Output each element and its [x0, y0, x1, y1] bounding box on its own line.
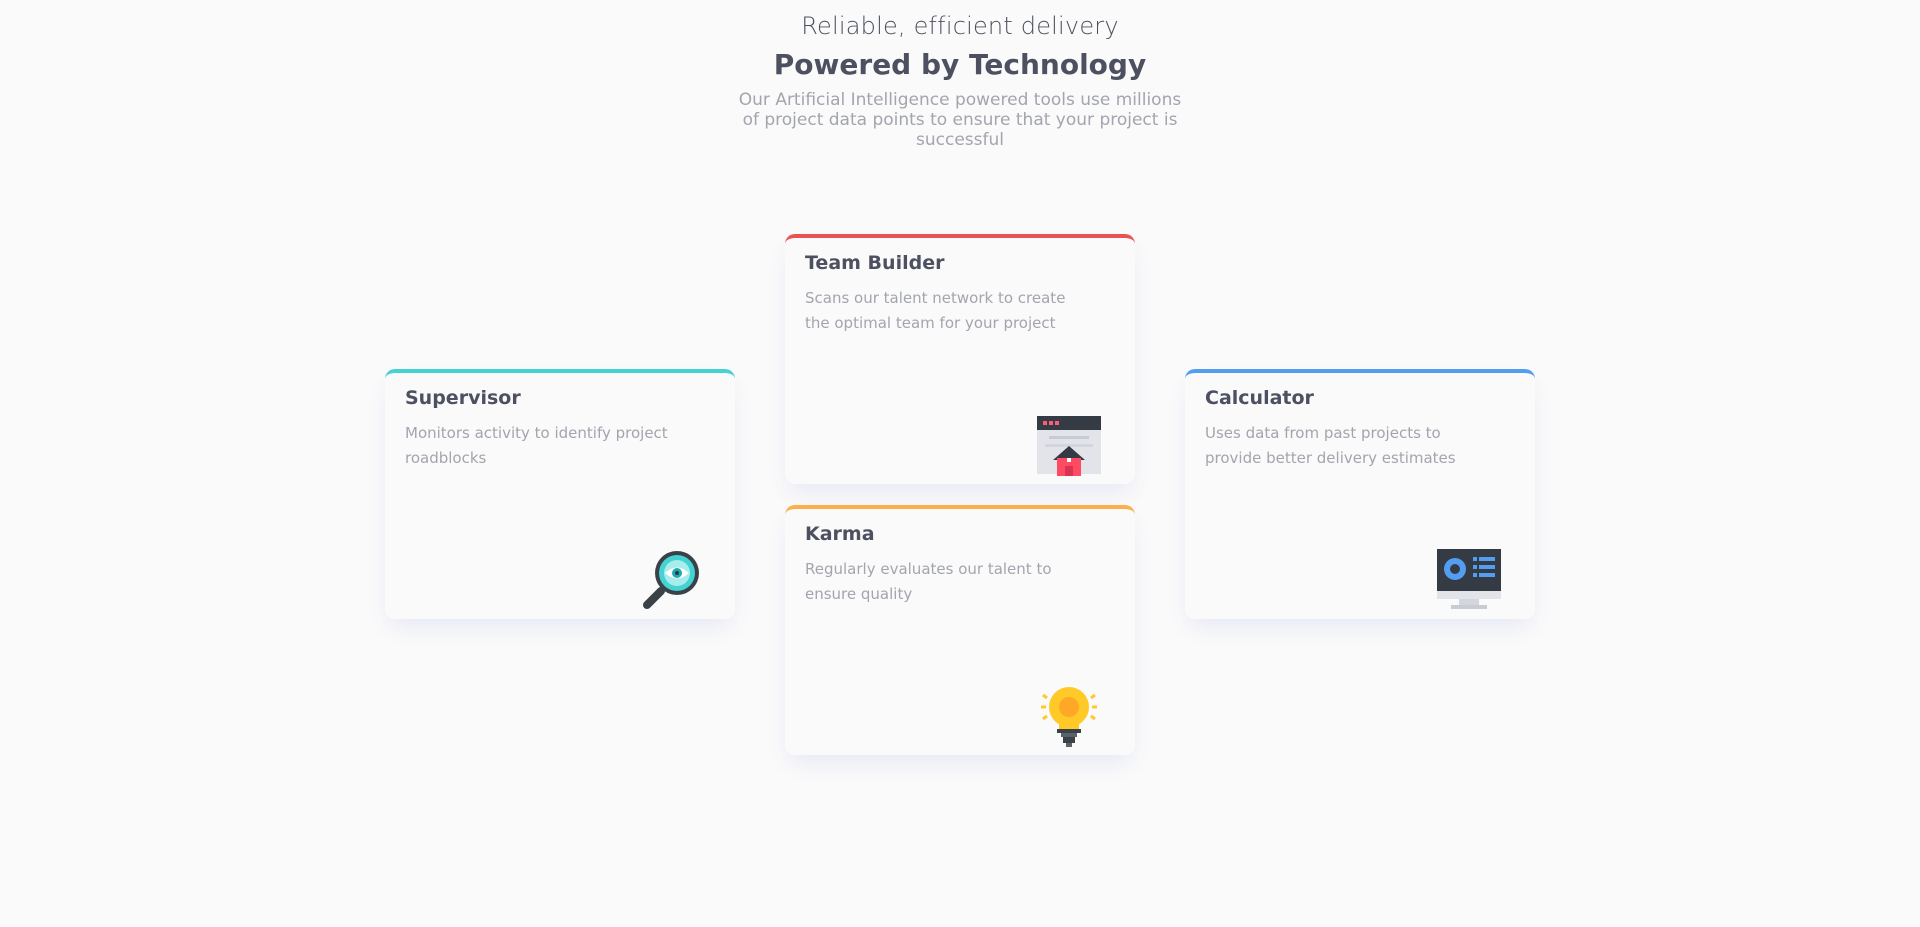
- card-title: Supervisor: [405, 387, 521, 409]
- card-description: Monitors activity to identify project ro…: [405, 424, 668, 467]
- page: Reliable, efficient delivery Powered by …: [0, 0, 1920, 927]
- magnifier-eye-icon: [643, 551, 699, 609]
- card-description: Regularly evaluates our talent to ensure…: [805, 560, 1052, 603]
- card-description: Scans our talent network to create the o…: [805, 289, 1066, 332]
- intro-description: Our Artificial Intelligence powered tool…: [738, 90, 1182, 150]
- card-team-builder: Team Builder Scans our talent network to…: [785, 234, 1135, 484]
- page-title: Powered by Technology: [773, 48, 1147, 81]
- card-title: Karma: [805, 523, 875, 545]
- intro-subtitle: Reliable, efficient delivery: [801, 12, 1119, 40]
- card-supervisor: Supervisor Monitors activity to identify…: [385, 369, 735, 619]
- card-calculator: Calculator Uses data from past projects …: [1185, 369, 1535, 619]
- monitor-chart-icon: [1437, 549, 1501, 609]
- card-karma: Karma Regularly evaluates our talent to …: [785, 505, 1135, 755]
- card-description: Uses data from past projects to provide …: [1205, 424, 1456, 467]
- card-title: Team Builder: [805, 252, 945, 274]
- lightbulb-icon: [1041, 687, 1097, 747]
- browser-house-icon: [1037, 416, 1101, 476]
- card-title: Calculator: [1205, 387, 1314, 409]
